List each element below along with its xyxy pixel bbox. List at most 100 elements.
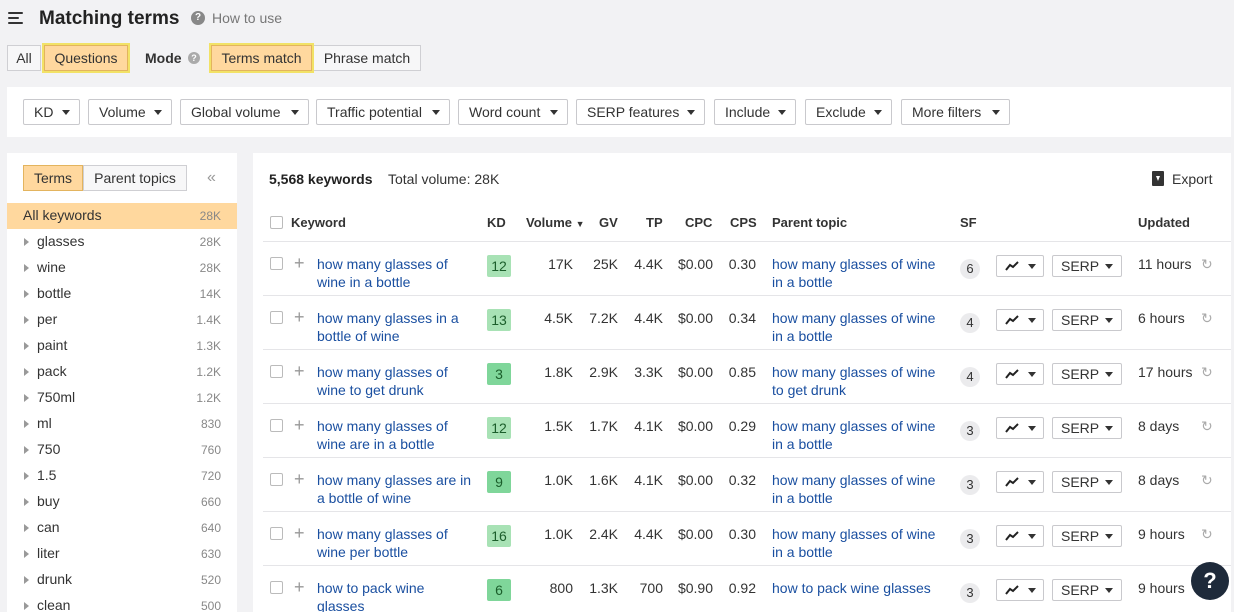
expand-arrow-icon[interactable] — [24, 524, 29, 532]
sf-count-badge[interactable]: 3 — [960, 421, 980, 441]
add-to-list-icon[interactable]: + — [294, 524, 305, 542]
sf-count-badge[interactable]: 4 — [960, 313, 980, 333]
scope-all-button[interactable]: All — [7, 45, 41, 71]
row-checkbox[interactable] — [270, 257, 283, 270]
sidebar-item[interactable]: liter630 — [7, 541, 237, 567]
sidebar-item[interactable]: bottle14K — [7, 281, 237, 307]
sidebar-item[interactable]: clean500 — [7, 593, 237, 612]
sf-count-badge[interactable]: 3 — [960, 529, 980, 549]
add-to-list-icon[interactable]: + — [294, 470, 305, 488]
mode-help-icon[interactable]: ? — [188, 52, 200, 64]
parent-topic-link[interactable]: how many glasses of wine in a bottle — [772, 309, 947, 345]
serp-dropdown[interactable]: SERP — [1052, 471, 1122, 493]
question-circle-icon[interactable]: ? — [191, 11, 205, 25]
keyword-link[interactable]: how many glasses are in a bottle of wine — [317, 471, 473, 507]
col-parent-topic[interactable]: Parent topic — [772, 215, 847, 230]
scope-questions-button[interactable]: Questions — [44, 45, 128, 71]
parent-topic-link[interactable]: how to pack wine glasses — [772, 579, 947, 597]
sidebar-item[interactable]: per1.4K — [7, 307, 237, 333]
trend-dropdown[interactable] — [996, 417, 1044, 439]
refresh-icon[interactable]: ↻ — [1201, 472, 1213, 489]
filter-traffic-potential[interactable]: Traffic potential — [316, 99, 450, 125]
row-checkbox[interactable] — [270, 311, 283, 324]
expand-arrow-icon[interactable] — [24, 446, 29, 454]
sidebar-item[interactable]: can640 — [7, 515, 237, 541]
trend-dropdown[interactable] — [996, 579, 1044, 601]
keyword-link[interactable]: how to pack wine glasses — [317, 579, 473, 612]
filter-word-count[interactable]: Word count — [458, 99, 568, 125]
row-checkbox[interactable] — [270, 527, 283, 540]
expand-arrow-icon[interactable] — [24, 550, 29, 558]
tab-terms[interactable]: Terms — [23, 165, 83, 191]
trend-dropdown[interactable] — [996, 255, 1044, 277]
serp-dropdown[interactable]: SERP — [1052, 579, 1122, 601]
refresh-icon[interactable]: ↻ — [1201, 418, 1213, 435]
sidebar-item-all-keywords[interactable]: All keywords28K — [7, 203, 237, 229]
row-checkbox[interactable] — [270, 365, 283, 378]
row-checkbox[interactable] — [270, 419, 283, 432]
refresh-icon[interactable]: ↻ — [1201, 310, 1213, 327]
sidebar-item[interactable]: 1.5720 — [7, 463, 237, 489]
tab-parent-topics[interactable]: Parent topics — [83, 165, 187, 191]
sidebar-item[interactable]: buy660 — [7, 489, 237, 515]
sidebar-item[interactable]: paint1.3K — [7, 333, 237, 359]
sidebar-item[interactable]: drunk520 — [7, 567, 237, 593]
filter-volume[interactable]: Volume — [88, 99, 172, 125]
export-icon[interactable] — [1152, 171, 1164, 186]
expand-arrow-icon[interactable] — [24, 368, 29, 376]
add-to-list-icon[interactable]: + — [294, 308, 305, 326]
menu-icon[interactable] — [8, 12, 23, 24]
col-kd[interactable]: KD — [487, 215, 506, 230]
col-keyword[interactable]: Keyword — [291, 215, 346, 230]
expand-arrow-icon[interactable] — [24, 394, 29, 402]
parent-topic-link[interactable]: how many glasses of wine in a bottle — [772, 255, 947, 291]
serp-dropdown[interactable]: SERP — [1052, 255, 1122, 277]
refresh-icon[interactable]: ↻ — [1201, 256, 1213, 273]
filter-global-volume[interactable]: Global volume — [180, 99, 309, 125]
add-to-list-icon[interactable]: + — [294, 362, 305, 380]
keyword-link[interactable]: how many glasses of wine in a bottle — [317, 255, 473, 291]
expand-arrow-icon[interactable] — [24, 498, 29, 506]
sidebar-item[interactable]: 750760 — [7, 437, 237, 463]
parent-topic-link[interactable]: how many glasses of wine to get drunk — [772, 363, 947, 399]
parent-topic-link[interactable]: how many glasses of wine in a bottle — [772, 417, 947, 453]
row-checkbox[interactable] — [270, 581, 283, 594]
filter-include[interactable]: Include — [714, 99, 796, 125]
col-updated[interactable]: Updated — [1138, 215, 1190, 230]
phrase-match-button[interactable]: Phrase match — [313, 45, 421, 71]
keyword-link[interactable]: how many glasses of wine to get drunk — [317, 363, 473, 399]
col-tp[interactable]: TP — [646, 215, 663, 230]
sidebar-item[interactable]: pack1.2K — [7, 359, 237, 385]
export-button[interactable]: Export — [1172, 171, 1212, 187]
filter-serp-features[interactable]: SERP features — [576, 99, 705, 125]
serp-dropdown[interactable]: SERP — [1052, 363, 1122, 385]
sf-count-badge[interactable]: 3 — [960, 583, 980, 603]
expand-arrow-icon[interactable] — [24, 472, 29, 480]
terms-match-button[interactable]: Terms match — [211, 45, 312, 71]
keyword-link[interactable]: how many glasses in a bottle of wine — [317, 309, 473, 345]
serp-dropdown[interactable]: SERP — [1052, 525, 1122, 547]
sidebar-item[interactable]: glasses28K — [7, 229, 237, 255]
sf-count-badge[interactable]: 6 — [960, 259, 980, 279]
col-gv[interactable]: GV — [599, 215, 618, 230]
sidebar-item[interactable]: ml830 — [7, 411, 237, 437]
keyword-link[interactable]: how many glasses of wine per bottle — [317, 525, 473, 561]
expand-arrow-icon[interactable] — [24, 342, 29, 350]
col-sf[interactable]: SF — [960, 215, 977, 230]
parent-topic-link[interactable]: how many glasses of wine in a bottle — [772, 525, 947, 561]
refresh-icon[interactable]: ↻ — [1201, 364, 1213, 381]
sidebar-item[interactable]: 750ml1.2K — [7, 385, 237, 411]
add-to-list-icon[interactable]: + — [294, 416, 305, 434]
double-chevron-left-icon[interactable]: « — [207, 169, 216, 187]
filter-kd[interactable]: KD — [23, 99, 80, 125]
refresh-icon[interactable]: ↻ — [1201, 526, 1213, 543]
filter-more-filters[interactable]: More filters — [901, 99, 1010, 125]
help-fab-button[interactable]: ? — [1191, 562, 1229, 600]
trend-dropdown[interactable] — [996, 525, 1044, 547]
select-all-checkbox[interactable] — [270, 216, 283, 229]
expand-arrow-icon[interactable] — [24, 316, 29, 324]
parent-topic-link[interactable]: how many glasses of wine in a bottle — [772, 471, 947, 507]
expand-arrow-icon[interactable] — [24, 576, 29, 584]
expand-arrow-icon[interactable] — [24, 238, 29, 246]
expand-arrow-icon[interactable] — [24, 420, 29, 428]
